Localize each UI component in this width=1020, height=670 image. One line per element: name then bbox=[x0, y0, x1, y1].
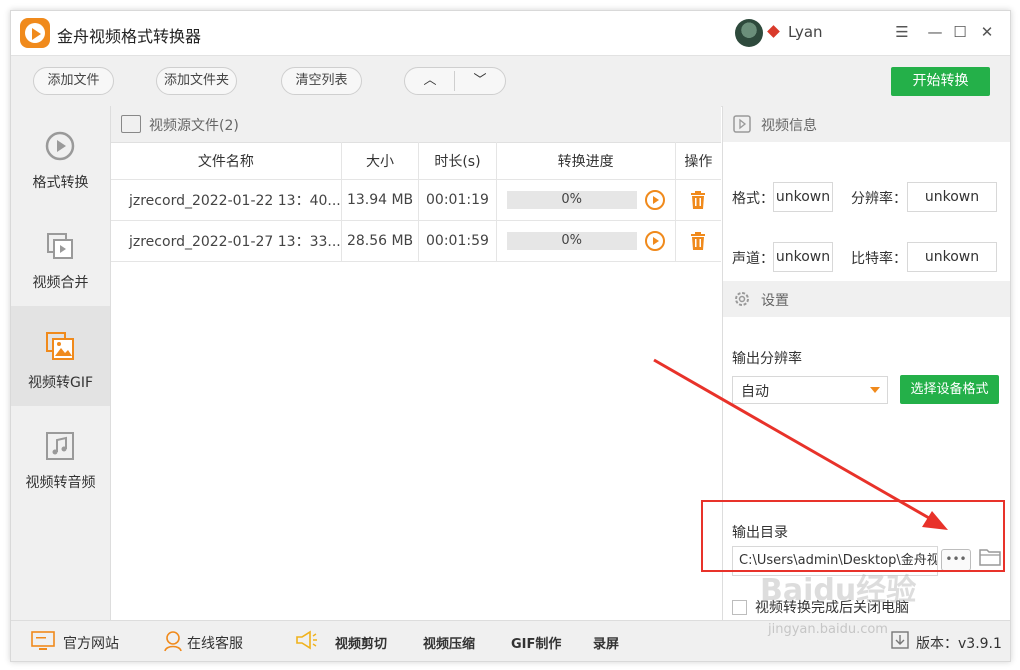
watermark-brand: Baidu经验 bbox=[760, 573, 917, 608]
watermark-site: jingyan.baidu.com bbox=[768, 622, 888, 637]
